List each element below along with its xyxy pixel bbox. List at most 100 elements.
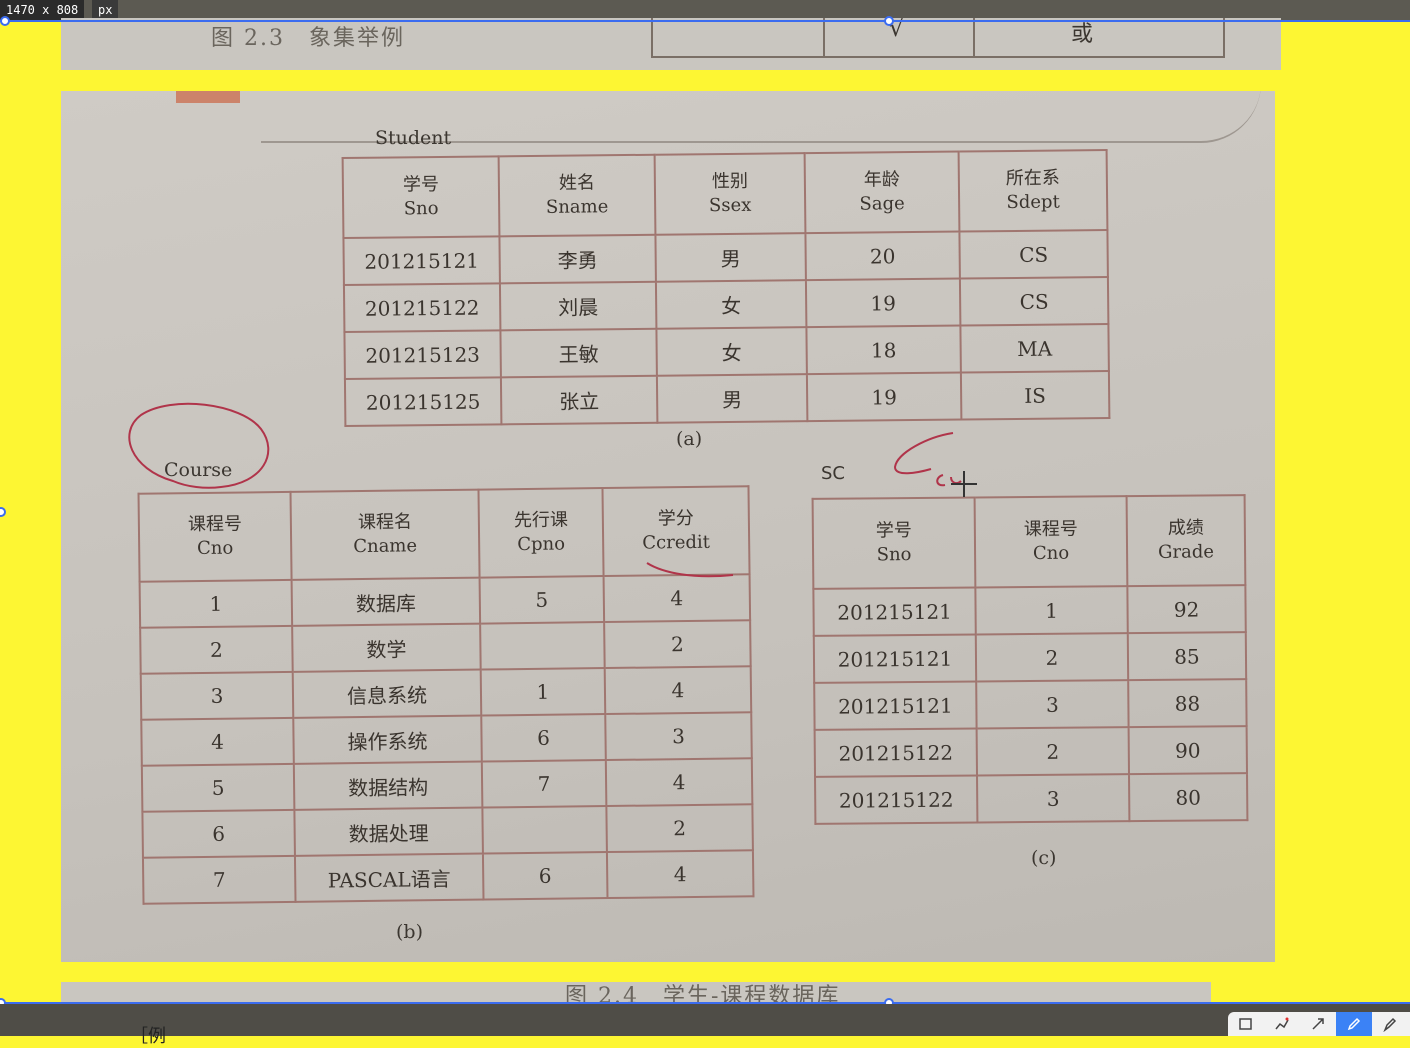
table-row: 6 数据处理 2 xyxy=(142,804,753,858)
course-header-cno: 课程号 Cno xyxy=(138,491,292,582)
table-cell: 5 xyxy=(479,576,605,624)
table-row: 7 PASCAL语言 6 4 xyxy=(142,850,754,904)
crosshair-cursor-icon xyxy=(951,471,977,497)
table-row: 4 操作系统 6 3 xyxy=(141,712,752,766)
selection-handle-left-mid[interactable] xyxy=(0,507,6,517)
table-cell: 2 xyxy=(604,620,751,669)
table-cell: 6 xyxy=(482,852,608,900)
course-header-cpno: 先行课 Cpno xyxy=(478,488,604,578)
table-cell: 2 xyxy=(975,633,1129,682)
table-cell: 201215122 xyxy=(814,728,978,777)
table-cell: 201215121 xyxy=(814,681,977,730)
table-cell: 2 xyxy=(976,727,1130,776)
marker-tool-icon[interactable] xyxy=(1372,1012,1408,1036)
table-cell: 男 xyxy=(655,233,806,282)
selection-handle-top-mid[interactable] xyxy=(884,16,894,26)
table-row: 201215122 刘晨女 19 CS xyxy=(343,277,1109,332)
arrow-tool-icon[interactable] xyxy=(1300,1012,1336,1036)
table-row: 5 数据结构 7 4 xyxy=(141,758,753,812)
table-cell: 数学 xyxy=(292,623,481,672)
table-cell: 数据结构 xyxy=(293,761,483,810)
table-cell: 王敏 xyxy=(500,328,657,378)
selection-guide-top[interactable] xyxy=(0,20,1410,22)
table-cell: 2 xyxy=(606,804,753,853)
table-cell: 4 xyxy=(603,574,751,623)
table-cell: 女 xyxy=(656,327,807,376)
student-header-ssex: 性别 Ssex xyxy=(654,153,806,235)
table-cell: 7 xyxy=(481,760,607,808)
table-cell: 3 xyxy=(977,774,1130,823)
table-cell: 88 xyxy=(1128,679,1247,728)
sc-table-title: SC xyxy=(821,463,845,484)
table-cell: 201215121 xyxy=(343,236,500,286)
course-table-caption: (b) xyxy=(396,921,423,943)
selection-handle-top-left[interactable] xyxy=(0,16,10,26)
table-cell: 3 xyxy=(976,680,1129,729)
table-cell: 4 xyxy=(606,850,754,899)
table-cell: 201215122 xyxy=(343,283,501,332)
table-cell: 2 xyxy=(140,625,293,674)
ink-circle-annotation xyxy=(128,402,270,489)
dimension-readout: 1470 x 808 xyxy=(0,0,85,20)
table-row: 201215122 3 80 xyxy=(815,773,1248,824)
table-row: 3 信息系统 1 4 xyxy=(140,666,752,720)
table-cell: 3 xyxy=(605,712,752,761)
table-cell: 3 xyxy=(140,671,294,720)
table-cell: 19 xyxy=(805,278,961,328)
course-header-cname: 课程名 Cname xyxy=(290,489,480,580)
figure-caption-2-3: 图 2.3 象集举例 xyxy=(211,26,405,51)
table-cell: 5 xyxy=(141,763,295,812)
table-cell: 信息系统 xyxy=(292,669,482,718)
table-cell xyxy=(482,806,607,854)
table-row: 201215121 2 85 xyxy=(813,632,1247,683)
table-row: 201215123 王敏女 18 MA xyxy=(344,323,1109,379)
table-cell: 201215121 xyxy=(813,587,976,636)
table-cell: 数据库 xyxy=(291,577,481,626)
table-cell: 90 xyxy=(1128,726,1247,775)
student-header-sname: 姓名 Sname xyxy=(498,154,656,237)
table-cell: 20 xyxy=(805,231,960,281)
table-cell: 201215122 xyxy=(815,775,978,824)
table-cell: 4 xyxy=(604,666,752,715)
table-row: 201215121 1 92 xyxy=(813,585,1246,636)
table-cell: 男 xyxy=(656,374,808,423)
table-cell: 18 xyxy=(806,325,961,375)
table-cell: 数据处理 xyxy=(294,807,483,856)
table-cell: 19 xyxy=(806,372,962,422)
sc-table: 学号 Sno 课程号 Cno 成绩 Grade 201215121 1 92 201215… xyxy=(812,494,1249,825)
annotation-toolbar xyxy=(1228,1012,1410,1036)
or-cell: 或 xyxy=(1071,22,1094,47)
table-cell: 女 xyxy=(655,280,807,329)
table-cell: 80 xyxy=(1129,773,1248,822)
table-cell: 李勇 xyxy=(499,234,656,284)
table-row: 2 数学 2 xyxy=(140,620,751,674)
table-row: 201215125 张立男 19 IS xyxy=(344,370,1110,426)
table-cell: 201215121 xyxy=(813,634,977,683)
table-cell: 1 xyxy=(480,668,606,716)
table-cell: 85 xyxy=(1127,632,1247,681)
top-photo-strip: 图 2.3 象集举例 √ 或 xyxy=(61,18,1281,70)
table-cell: 6 xyxy=(142,809,295,858)
table-cell: CS xyxy=(959,277,1109,326)
partial-table: √ 或 xyxy=(651,18,1225,58)
ink-underline-annotation xyxy=(646,562,734,578)
unit-readout: px xyxy=(92,0,119,20)
table-row: 201215121 3 88 xyxy=(814,679,1247,730)
table-cell: 刘晨 xyxy=(499,281,657,331)
student-table-caption: (a) xyxy=(676,428,703,450)
table-row: 201215122 2 90 xyxy=(814,726,1247,777)
rectangle-tool-icon[interactable] xyxy=(1228,1012,1264,1036)
table-cell: 201215125 xyxy=(344,377,502,426)
top-overlay-bar xyxy=(0,0,1410,20)
table-cell: 1 xyxy=(975,586,1128,635)
student-header-sno: 学号 Sno xyxy=(342,156,500,239)
polyline-tool-icon[interactable] xyxy=(1264,1012,1300,1036)
table-cell: 4 xyxy=(141,717,294,766)
sc-header-grade: 成绩 Grade xyxy=(1126,495,1246,587)
student-header-sdept: 所在系 Sdept xyxy=(958,150,1108,232)
table-cell xyxy=(480,622,605,670)
pen-tool-icon[interactable] xyxy=(1336,1012,1372,1036)
table-cell: 操作系统 xyxy=(293,715,482,764)
table-cell: IS xyxy=(960,370,1110,420)
sc-table-caption: (c) xyxy=(1031,847,1057,869)
